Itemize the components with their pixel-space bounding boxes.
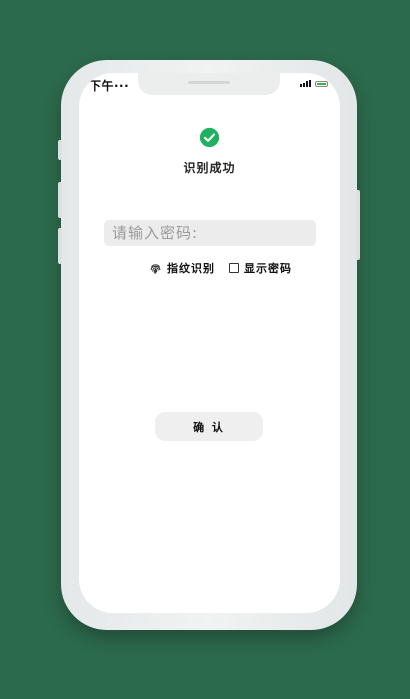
check-circle-icon	[199, 127, 220, 148]
app-stage: 下午··· 识别成功 指纹识别 显示密码 确 认	[0, 0, 410, 699]
recognition-result: 识别成功	[79, 127, 340, 176]
volume-down-button	[58, 228, 62, 264]
status-time: 下午···	[89, 79, 130, 93]
phone-screen: 下午··· 识别成功 指纹识别 显示密码 确 认	[79, 73, 340, 613]
fingerprint-label: 指纹识别	[167, 262, 215, 275]
mute-switch	[58, 140, 62, 160]
status-icons	[300, 80, 328, 87]
volume-up-button	[58, 182, 62, 218]
result-message: 识别成功	[183, 161, 236, 175]
power-button	[356, 190, 360, 260]
signal-icon	[300, 80, 311, 87]
options-row: 指纹识别 显示密码	[149, 260, 292, 276]
battery-icon	[315, 80, 328, 87]
password-input[interactable]	[104, 220, 316, 246]
speaker-grille	[188, 81, 230, 84]
fingerprint-icon	[150, 263, 161, 274]
show-password-label: 显示密码	[244, 262, 292, 275]
fingerprint-option[interactable]: 指纹识别	[149, 260, 215, 276]
show-password-checkbox[interactable]	[229, 263, 239, 273]
confirm-button[interactable]: 确 认	[155, 412, 263, 441]
show-password-option[interactable]: 显示密码	[229, 260, 292, 276]
notch	[138, 73, 280, 95]
